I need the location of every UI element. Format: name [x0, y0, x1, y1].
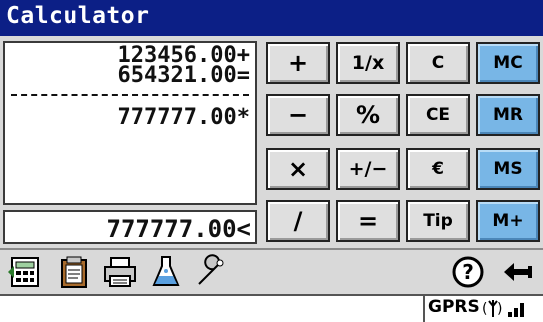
subtract-button[interactable]: −	[266, 94, 330, 136]
percent-button[interactable]: %	[336, 94, 400, 136]
euro-button[interactable]: €	[406, 148, 470, 190]
memory-store-label: MS	[493, 159, 523, 179]
reciprocal-button[interactable]: 1/x	[336, 42, 400, 84]
svg-text:): )	[497, 301, 502, 317]
title-bar: Calculator	[0, 0, 543, 36]
multiply-label: ×	[287, 155, 309, 183]
reciprocal-label: 1/x	[351, 52, 385, 74]
window-title: Calculator	[6, 3, 150, 29]
network-status: GPRS	[428, 297, 480, 317]
tip-button[interactable]: Tip	[406, 200, 470, 242]
wrench-icon[interactable]	[192, 254, 232, 290]
multiply-button[interactable]: ×	[266, 148, 330, 190]
calculator-icon[interactable]	[6, 254, 46, 290]
memory-add-button[interactable]: M+	[476, 200, 540, 242]
memory-add-label: M+	[492, 211, 524, 231]
back-arrow-icon[interactable]	[498, 254, 538, 290]
svg-text:?: ?	[462, 260, 474, 284]
subtract-label: −	[287, 101, 309, 129]
svg-text:(: (	[482, 301, 487, 317]
memory-store-button[interactable]: MS	[476, 148, 540, 190]
add-button[interactable]: +	[266, 42, 330, 84]
tip-label: Tip	[423, 211, 453, 231]
clear-entry-label: CE	[425, 105, 451, 125]
equals-label: =	[357, 207, 379, 235]
tape-line: 654321.00=	[117, 63, 250, 88]
flask-icon[interactable]	[146, 254, 186, 290]
sign-toggle-button[interactable]: +/−	[336, 148, 400, 190]
display-value: 777777.00<	[106, 215, 252, 243]
paper-tape: 123456.00+ 654321.00= 777777.00*	[3, 41, 257, 205]
signal-strength-icon: ( )	[482, 300, 524, 317]
memory-clear-label: MC	[493, 53, 523, 73]
clear-button[interactable]: C	[406, 42, 470, 84]
entry-display: 777777.00<	[3, 210, 257, 244]
clear-label: C	[431, 53, 445, 73]
memory-clear-button[interactable]: MC	[476, 42, 540, 84]
percent-label: %	[355, 101, 381, 129]
euro-label: €	[432, 159, 444, 179]
clear-entry-button[interactable]: CE	[406, 94, 470, 136]
memory-recall-label: MR	[492, 105, 523, 125]
clipboard-icon[interactable]	[54, 254, 94, 290]
sign-toggle-label: +/−	[348, 158, 388, 180]
printer-icon[interactable]	[100, 254, 140, 290]
tape-line: 777777.00*	[117, 105, 250, 130]
tape-separator	[11, 94, 249, 96]
status-separator	[423, 296, 425, 322]
help-icon[interactable]: ?	[448, 254, 488, 290]
equals-button[interactable]: =	[336, 200, 400, 242]
memory-recall-button[interactable]: MR	[476, 94, 540, 136]
add-label: +	[287, 49, 309, 77]
divide-label: /	[293, 207, 303, 235]
divide-button[interactable]: /	[266, 200, 330, 242]
